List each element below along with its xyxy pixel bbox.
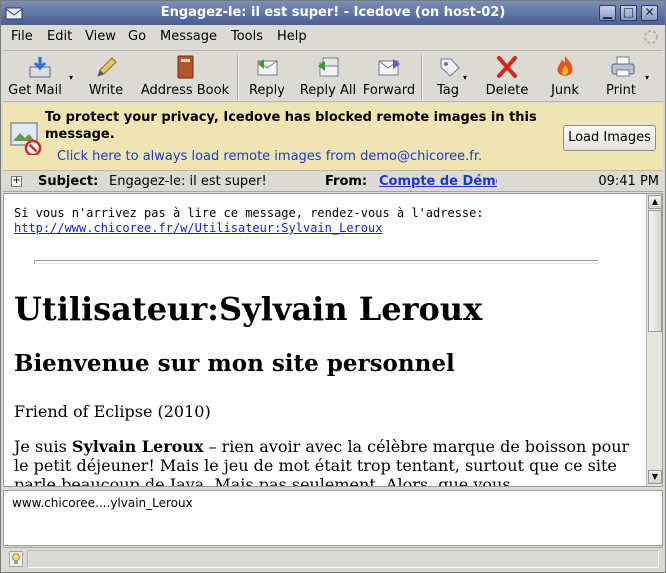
from-label: From: (325, 174, 368, 189)
link-url-text: www.chicoree....ylvain_Leroux (12, 496, 193, 510)
close-icon: ✕ (644, 5, 655, 19)
scroll-up-arrow-icon[interactable]: ▲ (648, 195, 662, 209)
window-title: Engagez-le: il est super! - Icedove (on … (160, 5, 506, 20)
lightbulb-icon (9, 551, 23, 567)
link-url-pane: www.chicoree....ylvain_Leroux (3, 490, 663, 546)
menu-bar: File Edit View Go Message Tools Help (1, 26, 665, 48)
junk-flame-icon (557, 56, 573, 76)
notice-message: To protect your privacy, Icedove has blo… (45, 110, 537, 142)
junk-button[interactable]: Junk (543, 53, 587, 101)
tag-label: Tag (436, 83, 459, 98)
print-icon (611, 56, 635, 77)
scrollbar-thumb[interactable] (648, 210, 662, 332)
minimize-button[interactable]: ▁ (599, 5, 616, 21)
icedove-window: Engagez-le: il est super! - Icedove (on … (0, 0, 666, 573)
menu-tools[interactable]: Tools (231, 29, 263, 44)
reply-all-button[interactable]: Reply All (297, 53, 359, 101)
menu-go[interactable]: Go (128, 29, 146, 44)
scroll-down-arrow-icon[interactable]: ▼ (648, 470, 662, 484)
reply-icon (257, 59, 278, 76)
write-label: Write (88, 83, 124, 98)
delete-button[interactable]: Delete (481, 53, 533, 101)
address-book-button[interactable]: Address Book (137, 53, 233, 101)
write-button[interactable]: Write (83, 53, 129, 101)
toolbar-separator (237, 55, 239, 99)
menu-help[interactable]: Help (277, 29, 307, 44)
message-time: 09:41 PM (598, 174, 659, 189)
forward-icon (378, 59, 400, 76)
maximize-button[interactable]: □ (620, 5, 637, 21)
always-load-images-link[interactable]: Click here to always load remote images … (57, 149, 482, 164)
close-button[interactable]: ✕ (641, 5, 658, 21)
main-toolbar: Get Mail ▾ Write Address Book Reply Repl… (3, 50, 663, 102)
minimize-icon: ▁ (602, 5, 613, 19)
load-images-button[interactable]: Load Images (563, 125, 656, 151)
remote-images-notice: To protect your privacy, Icedove has blo… (3, 103, 663, 171)
menu-message[interactable]: Message (160, 29, 217, 44)
reply-all-label: Reply All (299, 83, 357, 98)
page-heading: Utilisateur:Sylvain Leroux (14, 290, 483, 328)
page-subheading: Bienvenue sur mon site personnel (14, 350, 455, 377)
blocked-image-icon (10, 122, 42, 155)
author-name: Sylvain Leroux (71, 437, 204, 456)
message-header: + Subject: Engagez-le: il est super! Fro… (3, 172, 663, 192)
status-bar (3, 547, 663, 569)
horizontal-rule (34, 260, 598, 264)
get-mail-button[interactable]: Get Mail ▾ (7, 53, 73, 101)
page-url-link[interactable]: http://www.chicoree.fr/w/Utilisateur:Syl… (14, 221, 382, 235)
tag-icon (440, 58, 460, 77)
maximize-icon: □ (622, 5, 635, 19)
tag-button[interactable]: Tag ▾ (429, 53, 471, 101)
expand-header-toggle[interactable]: + (11, 176, 22, 187)
from-sender-link[interactable]: Compte de Démo (379, 174, 497, 189)
title-bar[interactable]: Engagez-le: il est super! - Icedove (on … (1, 1, 665, 25)
get-mail-icon (29, 57, 51, 78)
tag-dropdown-icon[interactable]: ▾ (463, 73, 467, 82)
write-pencil-icon (97, 57, 117, 77)
get-mail-label: Get Mail (8, 83, 62, 98)
menu-file[interactable]: File (11, 29, 33, 44)
activity-throbber-icon (644, 30, 658, 44)
get-mail-dropdown-icon[interactable]: ▾ (69, 73, 73, 82)
toolbar-separator (421, 55, 423, 99)
plain-intro: Si vous n'arrivez pas à lire ce message,… (14, 206, 644, 236)
junk-label: Junk (551, 83, 579, 98)
paragraph-start: Je suis (14, 437, 72, 456)
subject-label: Subject: (38, 174, 99, 189)
menu-view[interactable]: View (85, 29, 116, 44)
intro-paragraph: Je suis Sylvain Leroux – rien avoir avec… (14, 437, 644, 486)
print-label: Print (606, 83, 636, 98)
print-button[interactable]: Print ▾ (599, 53, 649, 101)
print-dropdown-icon[interactable]: ▾ (645, 73, 649, 82)
address-book-icon (177, 55, 194, 79)
menu-edit[interactable]: Edit (47, 29, 72, 44)
friend-of-eclipse-text: Friend of Eclipse (2010) (14, 402, 211, 421)
message-body[interactable]: Si vous n'arrivez pas à lire ce message,… (3, 193, 663, 487)
delete-x-icon (497, 56, 517, 78)
forward-button[interactable]: Forward (361, 53, 417, 101)
subject-value: Engagez-le: il est super! (109, 174, 267, 189)
delete-label: Delete (485, 83, 529, 98)
intro-text: Si vous n'arrivez pas à lire ce message,… (14, 206, 484, 220)
address-book-label: Address Book (140, 83, 230, 98)
reply-button[interactable]: Reply (245, 53, 289, 101)
reply-all-icon (318, 57, 339, 77)
forward-label: Forward (362, 83, 416, 98)
reply-label: Reply (248, 83, 285, 98)
vertical-scrollbar[interactable]: ▲ ▼ (646, 194, 662, 486)
status-text-pane (27, 550, 659, 568)
